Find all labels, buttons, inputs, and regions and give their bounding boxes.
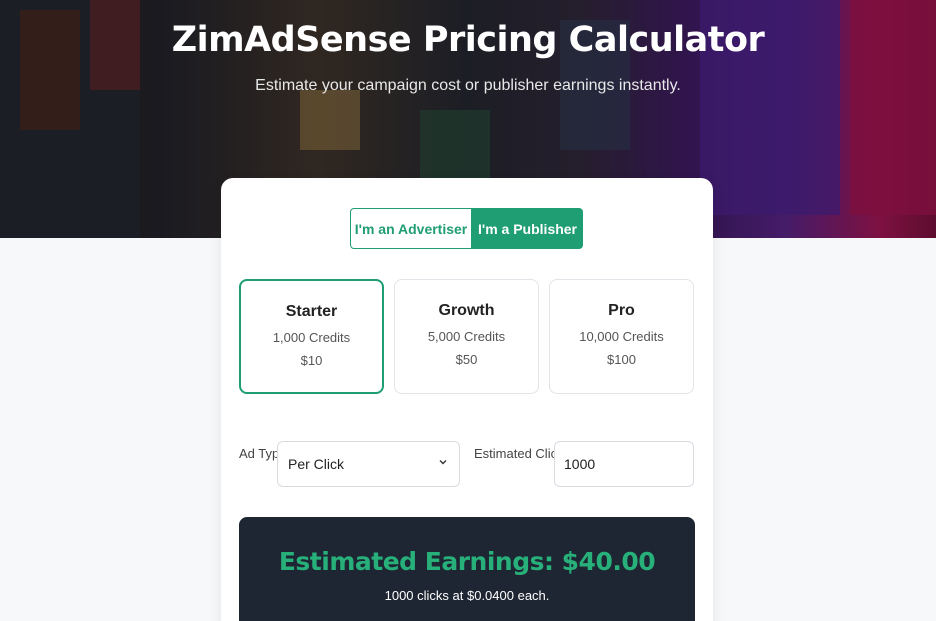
plan-name: Pro xyxy=(608,302,635,319)
plan-card-growth[interactable]: Growth 5,000 Credits $50 xyxy=(394,279,539,394)
calculator-card: I'm an Advertiser I'm a Publisher Starte… xyxy=(221,178,713,621)
chevron-down-icon xyxy=(439,460,447,465)
estimated-earnings: Estimated Earnings: $40.00 xyxy=(278,547,656,576)
plan-credits: 10,000 Credits xyxy=(579,329,664,344)
plan-price: $10 xyxy=(300,353,323,368)
page-title: ZimAdSense Pricing Calculator xyxy=(171,20,765,60)
plan-credits: 5,000 Credits xyxy=(427,329,506,344)
page-subtitle: Estimate your campaign cost or publisher… xyxy=(255,77,681,94)
earnings-detail: 1000 clicks at $0.0400 each. xyxy=(384,588,550,603)
plan-price: $100 xyxy=(607,352,636,367)
plan-card-pro[interactable]: Pro 10,000 Credits $100 xyxy=(549,279,694,394)
plan-name: Starter xyxy=(285,303,338,320)
ad-type-select[interactable]: Per Click xyxy=(277,441,460,487)
clicks-input[interactable] xyxy=(554,441,694,487)
plan-card-starter[interactable]: Starter 1,000 Credits $10 xyxy=(239,279,384,394)
plan-options: Starter 1,000 Credits $10 Growth 5,000 C… xyxy=(239,279,695,394)
plan-price: $50 xyxy=(455,352,478,367)
result-panel: Estimated Earnings: $40.00 1000 clicks a… xyxy=(239,517,695,621)
advertiser-role-button[interactable]: I'm an Advertiser xyxy=(350,208,472,249)
plan-credits: 1,000 Credits xyxy=(272,330,351,345)
role-toggle: I'm an Advertiser I'm a Publisher xyxy=(350,208,583,249)
plan-name: Growth xyxy=(438,302,495,319)
ad-type-value: Per Click xyxy=(288,456,345,472)
publisher-role-button[interactable]: I'm a Publisher xyxy=(472,208,583,249)
